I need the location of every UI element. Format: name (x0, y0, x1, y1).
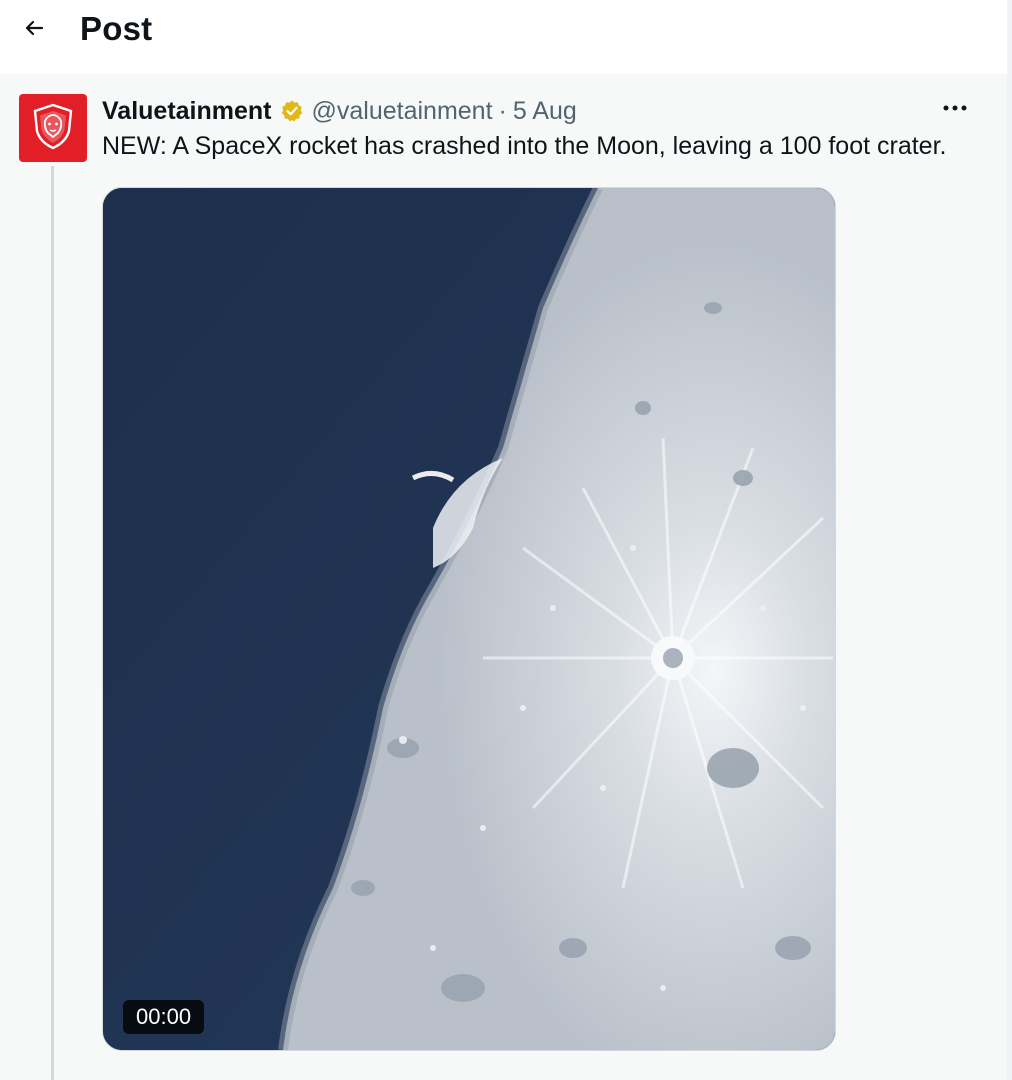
post-timestamp[interactable]: 5 Aug (513, 97, 577, 126)
arrow-left-icon (22, 16, 46, 45)
post-article[interactable]: Valuetainment @valuetainment · 5 Aug NEW… (0, 74, 1007, 1080)
page-header: Post (0, 0, 1007, 74)
column-border (1007, 0, 1012, 1080)
thread-line (51, 166, 54, 1080)
meta-separator: · (498, 96, 507, 125)
author-handle[interactable]: @valuetainment (312, 97, 493, 126)
avatar[interactable] (19, 94, 87, 162)
post-meta: Valuetainment @valuetainment · 5 Aug (102, 94, 577, 128)
more-horizontal-icon (942, 100, 968, 118)
more-options-button[interactable] (938, 92, 972, 126)
video-duration: 00:00 (123, 1000, 205, 1034)
verified-badge-icon (280, 99, 304, 123)
author-name[interactable]: Valuetainment (102, 97, 272, 126)
post-text: NEW: A SpaceX rocket has crashed into th… (102, 132, 947, 160)
video-player[interactable]: 00:00 (102, 187, 836, 1051)
video-thumbnail (103, 188, 835, 1050)
lion-shield-logo-icon (28, 101, 78, 156)
page-title: Post (80, 10, 153, 47)
back-button[interactable] (14, 10, 54, 50)
